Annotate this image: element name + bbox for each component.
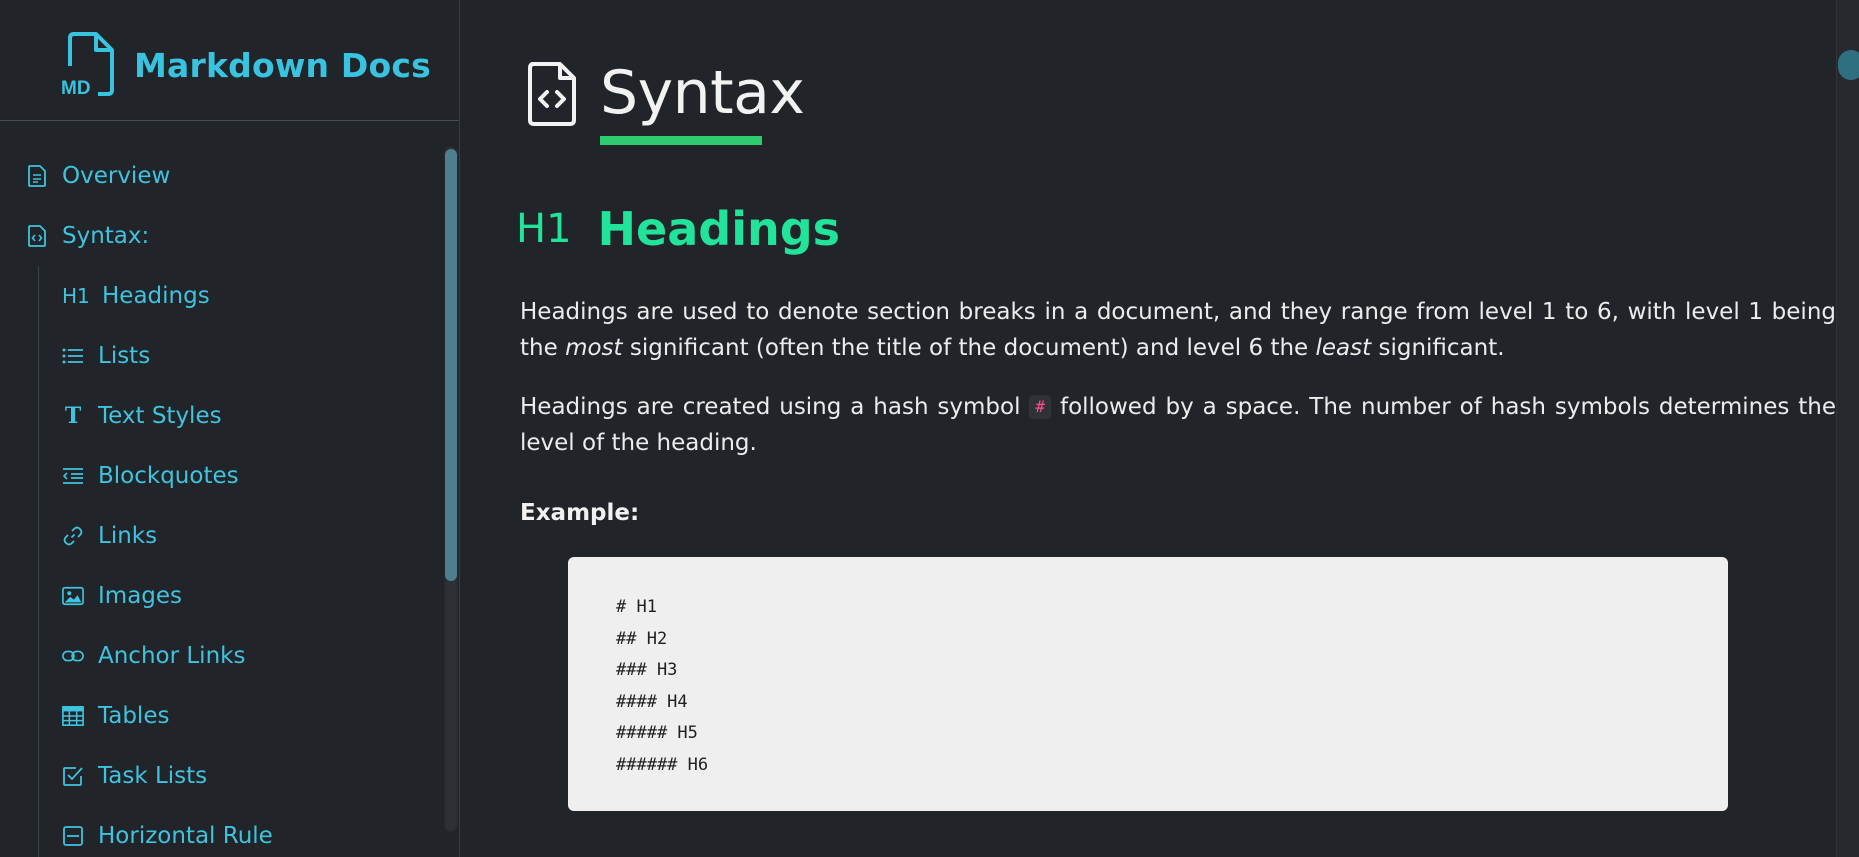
brand[interactable]: MD Markdown Docs	[60, 30, 431, 100]
code-file-icon	[26, 225, 48, 247]
sidebar-item-overview[interactable]: Overview	[0, 146, 440, 206]
code-line: ##### H5	[616, 723, 698, 743]
sidebar-item-syntax[interactable]: Syntax:	[0, 206, 440, 266]
document-icon	[26, 165, 48, 187]
svg-text:MD: MD	[61, 78, 91, 98]
section-title: Headings	[597, 202, 841, 256]
sidebar-item-label: Links	[98, 523, 158, 549]
sidebar-item-label: Lists	[98, 343, 151, 369]
sidebar-item-label: Images	[98, 583, 183, 609]
h1-icon: H1	[516, 206, 572, 252]
sidebar-item-label: Overview	[62, 163, 171, 189]
code-line: #### H4	[616, 691, 688, 712]
sidebar-scrollbar-thumb[interactable]	[445, 149, 457, 581]
sidebar-item-task-lists[interactable]: Task Lists	[0, 746, 440, 806]
sidebar-nav: Overview Syntax: H1 Headings Lists T Tex…	[0, 146, 440, 857]
sidebar-item-label: Text Styles	[98, 403, 222, 429]
sidebar-item-label: Blockquotes	[98, 463, 239, 489]
app-window: MD Markdown Docs Overview Syntax: H1 Hea…	[0, 0, 1859, 857]
horizontal-rule-icon	[62, 825, 84, 847]
code-line: # H1	[616, 597, 657, 617]
sidebar-item-images[interactable]: Images	[0, 566, 440, 626]
sidebar-item-tables[interactable]: Tables	[0, 686, 440, 746]
sidebar-item-links[interactable]: Links	[0, 506, 440, 566]
sidebar-item-label: Tables	[98, 703, 170, 729]
sidebar-item-text-styles[interactable]: T Text Styles	[0, 386, 440, 446]
page-title: Syntax	[600, 58, 805, 128]
code-file-icon	[528, 62, 576, 126]
section-heading: H1 Headings	[516, 202, 840, 256]
code-line: ###### H6	[616, 754, 709, 775]
checkbox-icon	[62, 765, 84, 787]
sidebar-item-headings[interactable]: H1 Headings	[0, 266, 440, 326]
main-content: Syntax H1 Headings Headings are used to …	[460, 0, 1835, 857]
markdown-file-logo-icon: MD	[61, 32, 114, 98]
example-label: Example:	[520, 500, 640, 526]
blockquote-icon	[62, 465, 84, 487]
sidebar-item-label: Task Lists	[98, 763, 208, 789]
sidebar-divider	[0, 120, 459, 121]
headings-usage-text: Headings are created using a hash symbol…	[520, 394, 1835, 456]
table-icon	[62, 705, 84, 727]
sidebar-item-blockquotes[interactable]: Blockquotes	[0, 446, 440, 506]
text-style-icon: T	[64, 403, 82, 429]
sidebar: MD Markdown Docs Overview Syntax: H1 Hea…	[0, 0, 460, 857]
h1-icon: H1	[62, 284, 90, 308]
anchor-link-icon	[62, 645, 84, 667]
brand-title: Markdown Docs	[134, 45, 431, 85]
sidebar-item-horizontal-rule[interactable]: Horizontal Rule	[0, 806, 440, 857]
sidebar-item-label: Syntax:	[62, 223, 150, 249]
headings-description: Headings are used to denote section brea…	[520, 299, 1835, 361]
sidebar-item-label: Horizontal Rule	[98, 823, 273, 849]
link-icon	[62, 525, 84, 547]
code-line: ### H3	[616, 660, 678, 680]
sidebar-item-anchor-links[interactable]: Anchor Links	[0, 626, 440, 686]
syntax-subnav: H1 Headings Lists T Text Styles Blockquo…	[0, 266, 440, 857]
sidebar-item-lists[interactable]: Lists	[0, 326, 440, 386]
page-scrollbar-thumb[interactable]	[1838, 50, 1859, 80]
sidebar-item-label: Anchor Links	[98, 643, 246, 669]
sidebar-item-label: Headings	[102, 283, 210, 309]
code-line: ## H2	[616, 628, 668, 649]
image-icon	[62, 585, 84, 607]
page-title-wrap: Syntax	[600, 58, 805, 145]
page-title-underline	[600, 136, 762, 145]
inline-code-hash: #	[1029, 395, 1052, 419]
page-scrollbar-track[interactable]	[1836, 0, 1859, 857]
page-header: Syntax	[526, 58, 805, 145]
list-icon	[62, 345, 84, 367]
code-block[interactable]: # H1 ## H2 ### H3 #### H4 ##### H5 #####…	[568, 557, 1728, 811]
